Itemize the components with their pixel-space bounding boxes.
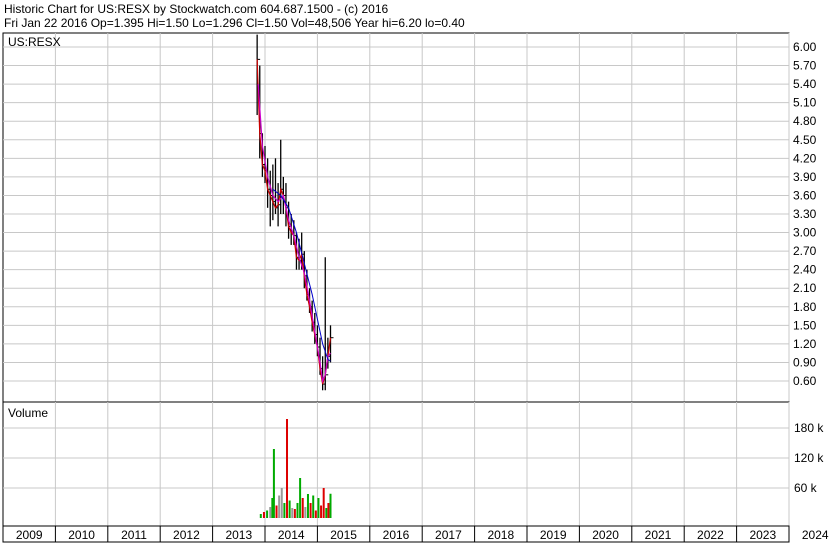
x-tick-label: 2021	[645, 528, 672, 542]
volume-pane	[2, 401, 790, 527]
price-tick-label: 4.20	[793, 151, 817, 165]
price-tick-label: 0.60	[793, 374, 817, 388]
price-axis: 6.00 5.70 5.40 5.10 4.80 4.50 4.20 3.90 3.60 3.30…	[793, 40, 817, 388]
volume-tick-label: 60 k	[794, 481, 818, 495]
price-tick-label: 2.70	[793, 244, 817, 258]
price-tick-label: 2.40	[793, 263, 817, 277]
x-tick-label: 2014	[278, 528, 305, 542]
price-tick-label: 5.70	[793, 59, 817, 73]
volume-tick-label: 180 k	[794, 421, 824, 435]
price-pane	[2, 32, 790, 403]
price-tick-label: 4.50	[793, 133, 817, 147]
x-tick-label: 2019	[540, 528, 567, 542]
price-tick-label: 0.90	[793, 355, 817, 369]
x-tick-label: 2023	[749, 528, 776, 542]
x-tick-label: 2009	[16, 528, 43, 542]
x-tick-label: 2013	[225, 528, 252, 542]
volume-tick-label: 120 k	[794, 451, 824, 465]
price-tick-label: 1.20	[793, 337, 817, 351]
volume-axis: 180 k 120 k 60 k	[794, 421, 824, 495]
x-tick-label: 2018	[487, 528, 514, 542]
price-tick-label: 5.40	[793, 77, 817, 91]
price-tick-label: 2.10	[793, 281, 817, 295]
price-tick-label: 3.30	[793, 207, 817, 221]
x-tick-label: 2022	[697, 528, 724, 542]
price-tick-label: 6.00	[793, 40, 817, 54]
price-tick-label: 1.50	[793, 318, 817, 332]
price-tick-label: 3.90	[793, 170, 817, 184]
x-tick-label: 2017	[435, 528, 462, 542]
symbol-label: US:RESX	[8, 35, 61, 49]
stock-chart: 6.00 5.70 5.40 5.10 4.80 4.50 4.20 3.90 3.60 3.30…	[2, 32, 829, 543]
x-axis: 2009 2010 2011 2012 2013 2014 2015 2016 2017 2018…	[16, 526, 829, 542]
x-tick-label: 2016	[383, 528, 410, 542]
volume-label: Volume	[8, 406, 48, 420]
price-tick-label: 3.00	[793, 226, 817, 240]
x-tick-label: 2020	[592, 528, 619, 542]
price-tick-label: 1.80	[793, 300, 817, 314]
price-tick-label: 4.80	[793, 114, 817, 128]
x-tick-label: 2010	[68, 528, 95, 542]
x-tick-label: 2015	[330, 528, 357, 542]
price-tick-label: 3.60	[793, 188, 817, 202]
x-tick-label: 2011	[121, 528, 147, 542]
x-tick-label: 2024	[802, 528, 829, 542]
price-tick-label: 5.10	[793, 96, 817, 110]
x-tick-label: 2012	[173, 528, 200, 542]
